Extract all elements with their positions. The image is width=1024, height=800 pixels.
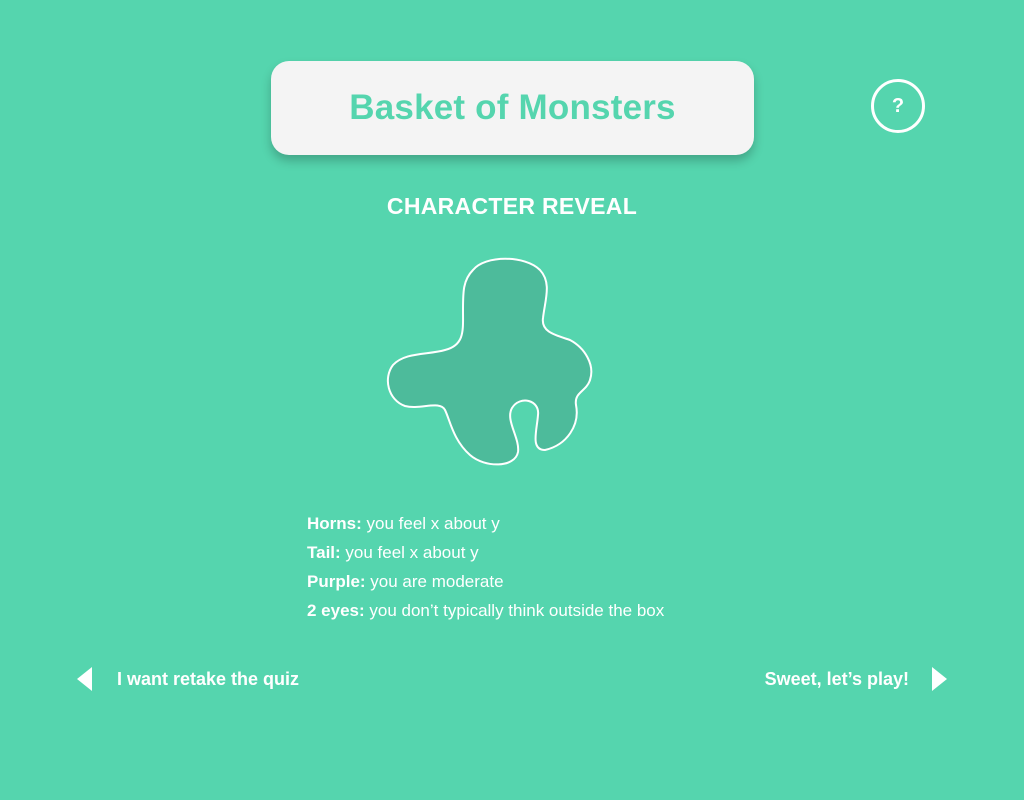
trait-label: 2 eyes: — [307, 601, 365, 620]
trait-description: you feel x about y — [361, 514, 500, 533]
trait-label: Tail: — [307, 543, 341, 562]
trait-description: you feel x about y — [340, 543, 479, 562]
trait-description: you are moderate — [365, 572, 504, 591]
trait-item: Horns: you feel x about y — [307, 513, 827, 542]
retake-quiz-button[interactable]: I want retake the quiz — [77, 665, 299, 693]
trait-item: Purple: you are moderate — [307, 571, 827, 600]
trait-label: Horns: — [307, 514, 362, 533]
play-button[interactable]: Sweet, let’s play! — [765, 665, 947, 693]
triangle-right-icon — [932, 667, 947, 691]
page-heading: CHARACTER REVEAL — [386, 193, 638, 219]
title-card: Basket of Monsters — [271, 61, 754, 155]
trait-description: you don’t typically think outside the bo… — [364, 601, 665, 620]
trait-item: Tail: you feel x about y — [307, 542, 827, 571]
retake-quiz-label: I want retake the quiz — [117, 668, 300, 689]
trait-label: Purple: — [307, 572, 366, 591]
monster-shape — [386, 257, 593, 466]
trait-item: 2 eyes: you don’t typically think outsid… — [307, 600, 827, 629]
question-mark-icon: ? — [891, 94, 905, 117]
help-button[interactable]: ? — [871, 79, 925, 133]
trait-list: Horns: you feel x about y Tail: you feel… — [307, 513, 827, 629]
app-title: Basket of Monsters — [349, 88, 676, 127]
play-label: Sweet, let’s play! — [764, 668, 909, 689]
triangle-left-icon — [77, 667, 92, 691]
monster-silhouette — [386, 257, 593, 466]
